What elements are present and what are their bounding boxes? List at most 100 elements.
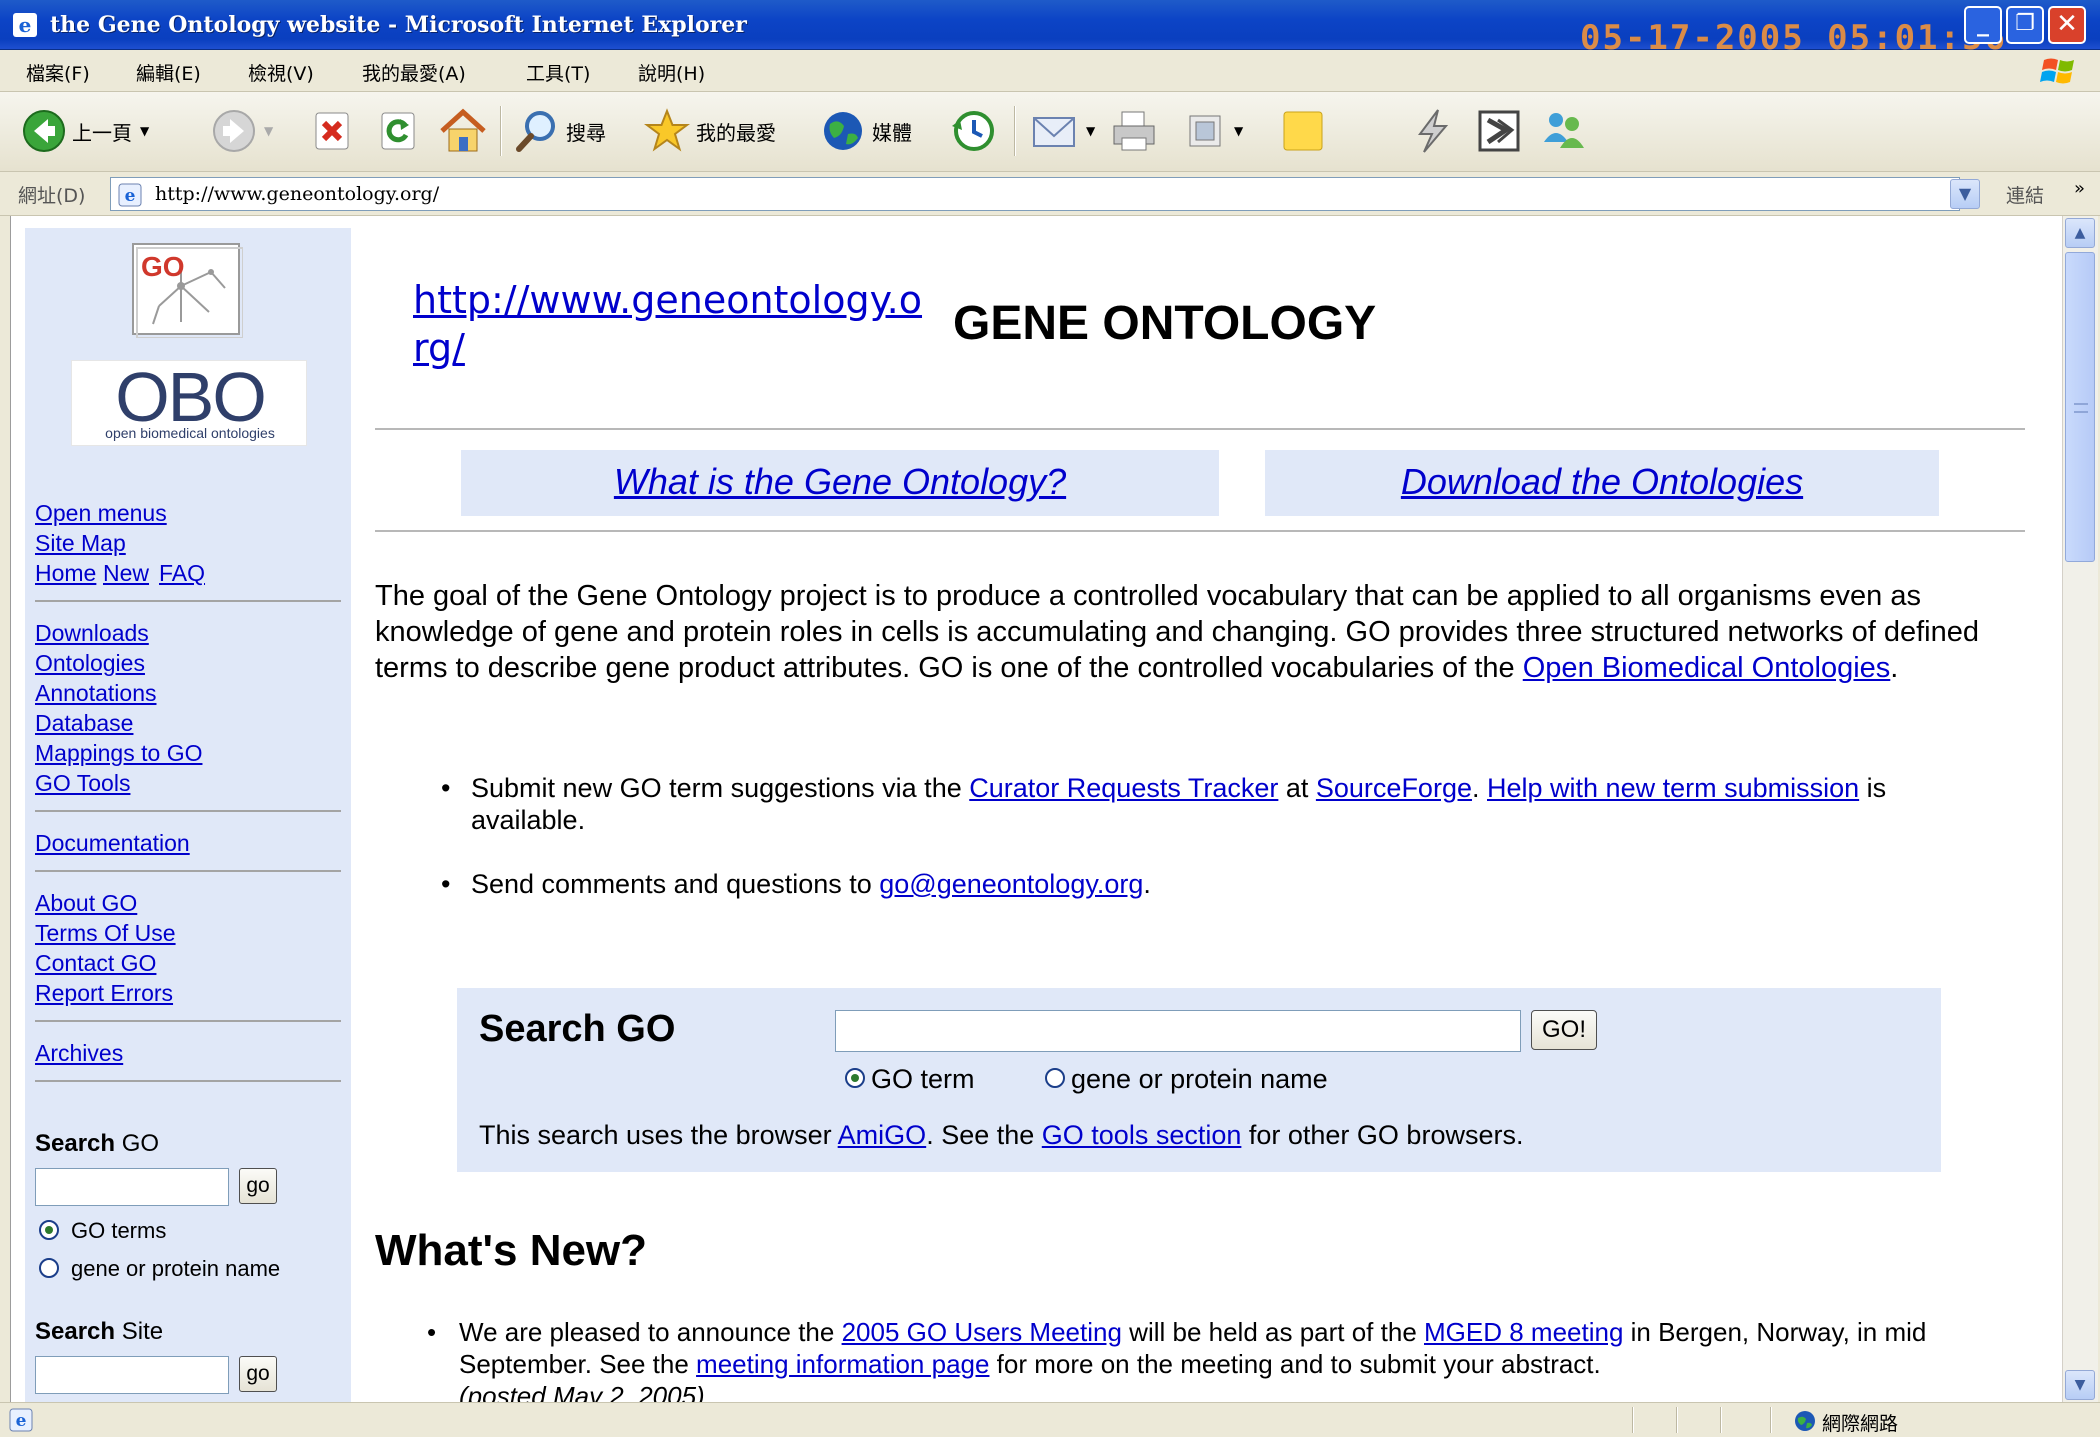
- vertical-scrollbar[interactable]: ▲ ▼: [2062, 216, 2098, 1402]
- sidebar-link-contact-go[interactable]: Contact GO: [35, 950, 156, 977]
- note-text: . See the: [926, 1120, 1042, 1150]
- sidebar-divider: [35, 1020, 341, 1022]
- menu-tools[interactable]: 工具(T): [526, 59, 590, 86]
- sourceforge-link[interactable]: SourceForge: [1316, 773, 1472, 803]
- note-text: for other GO browsers.: [1241, 1120, 1524, 1150]
- nav-download-link[interactable]: Download the Ontologies: [1401, 461, 1803, 502]
- address-dropdown-icon[interactable]: ▼: [1950, 179, 1980, 209]
- sidebar-link-archives[interactable]: Archives: [35, 1040, 123, 1067]
- nav-rule: [375, 530, 2025, 532]
- meeting-info-link[interactable]: meeting information page: [696, 1349, 989, 1379]
- sidebar-search-go-button[interactable]: go: [239, 1168, 277, 1204]
- sidebar-link-downloads[interactable]: Downloads: [35, 620, 149, 647]
- curator-requests-link[interactable]: Curator Requests Tracker: [969, 773, 1278, 803]
- menu-help[interactable]: 說明(H): [638, 59, 705, 86]
- users-meeting-link[interactable]: 2005 GO Users Meeting: [842, 1317, 1122, 1347]
- lightning-button[interactable]: [1408, 104, 1456, 158]
- mged-meeting-link[interactable]: MGED 8 meeting: [1424, 1317, 1623, 1347]
- sidebar-search-site-bold: Search: [35, 1318, 116, 1345]
- sidebar-link-new[interactable]: New: [103, 560, 149, 587]
- mail-dropdown-icon[interactable]: ▼: [1086, 124, 1095, 138]
- sidebar-link-open-menus[interactable]: Open menus: [35, 500, 167, 527]
- menu-edit[interactable]: 編輯(E): [136, 59, 201, 86]
- scroll-up-icon[interactable]: ▲: [2065, 218, 2095, 248]
- search-button[interactable]: 搜尋: [514, 104, 606, 158]
- close-button[interactable]: ✕: [2048, 6, 2086, 44]
- sidebar-link-about-go[interactable]: About GO: [35, 890, 137, 917]
- site-url-link[interactable]: http://www.geneontology.org/: [413, 276, 933, 372]
- obo-logo[interactable]: OBO open biomedical ontologies: [71, 358, 307, 446]
- scroll-down-icon[interactable]: ▼: [2065, 1370, 2095, 1400]
- mail-button[interactable]: ▼: [1030, 104, 1095, 158]
- edit-dropdown-icon[interactable]: ▼: [1234, 124, 1243, 138]
- home-button[interactable]: [438, 104, 488, 158]
- menu-file[interactable]: 檔案(F): [26, 59, 90, 86]
- sidebar-search-site-button[interactable]: go: [239, 1356, 277, 1392]
- sidebar-search-site-rest: Site: [115, 1318, 164, 1345]
- back-button[interactable]: 上一頁 ▼: [22, 104, 149, 158]
- sidebar-link-faq[interactable]: FAQ: [159, 560, 205, 587]
- radio-go-term[interactable]: [845, 1068, 865, 1088]
- back-dropdown-icon[interactable]: ▼: [140, 124, 149, 138]
- sidebar-link-go-tools[interactable]: GO Tools: [35, 770, 130, 797]
- history-button[interactable]: [950, 104, 996, 158]
- edit-button[interactable]: ▼: [1186, 104, 1243, 158]
- sidebar-link-documentation[interactable]: Documentation: [35, 830, 190, 857]
- window-titlebar[interactable]: e the Gene Ontology website - Microsoft …: [0, 0, 2100, 58]
- address-url: http://www.geneontology.org/: [155, 183, 440, 205]
- page-viewport: GO OBO open biomedical ontologies Open m…: [10, 216, 2062, 1402]
- search-go-input[interactable]: [835, 1010, 1521, 1052]
- term-submission-help-link[interactable]: Help with new term submission: [1487, 773, 1859, 803]
- search-go-button[interactable]: GO!: [1531, 1010, 1597, 1050]
- print-button[interactable]: [1110, 104, 1158, 158]
- address-bar: 網址(D) e http://www.geneontology.org/ ▼ 連…: [0, 172, 2100, 216]
- address-label: 網址(D): [18, 185, 86, 207]
- search-icon: [516, 111, 555, 152]
- sidebar-radio-gene-name[interactable]: [39, 1258, 59, 1278]
- sidebar-search-go-input[interactable]: [35, 1168, 229, 1206]
- favorites-button[interactable]: 我的最愛: [644, 104, 776, 158]
- search-go-panel: Search GO GO! GO term gene or protein na…: [457, 988, 1941, 1172]
- page-icon: e: [118, 183, 142, 207]
- favorites-star-icon: [644, 108, 690, 152]
- sidebar-link-terms-of-use[interactable]: Terms Of Use: [35, 920, 176, 947]
- radio-gene-protein[interactable]: [1045, 1068, 1065, 1088]
- sidebar-search-site-input[interactable]: [35, 1356, 229, 1394]
- posted-date: (posted May 2, 2005): [459, 1381, 705, 1402]
- scroll-thumb[interactable]: [2065, 252, 2095, 562]
- stop-button[interactable]: [312, 104, 352, 158]
- restore-button[interactable]: ❐: [2006, 6, 2044, 44]
- research-button[interactable]: [1476, 104, 1522, 158]
- messenger-button[interactable]: [1540, 104, 1588, 158]
- back-arrow-icon: [23, 110, 65, 152]
- sidebar-link-database[interactable]: Database: [35, 710, 133, 737]
- go-logo[interactable]: GO: [131, 242, 243, 338]
- forward-button[interactable]: ▼: [212, 104, 273, 158]
- menu-view[interactable]: 檢視(V): [248, 59, 314, 86]
- address-input[interactable]: e http://www.geneontology.org/: [110, 177, 1960, 211]
- menu-bar: 檔案(F) 編輯(E) 檢視(V) 我的最愛(A) 工具(T) 說明(H): [0, 50, 2100, 92]
- nav-what-is-link[interactable]: What is the Gene Ontology?: [614, 461, 1066, 502]
- menu-favorites[interactable]: 我的最愛(A): [362, 59, 466, 86]
- links-chevron-icon[interactable]: »: [2074, 178, 2085, 199]
- sidebar-link-home[interactable]: Home: [35, 560, 96, 587]
- sidebar-link-ontologies[interactable]: Ontologies: [35, 650, 145, 677]
- notes-button[interactable]: [1280, 104, 1326, 158]
- sidebar-link-report-errors[interactable]: Report Errors: [35, 980, 173, 1007]
- go-tools-section-link[interactable]: GO tools section: [1042, 1120, 1242, 1150]
- forward-dropdown-icon[interactable]: ▼: [264, 124, 273, 138]
- research-icon: [1478, 110, 1520, 152]
- list-item: Send comments and questions to go@geneon…: [441, 868, 1941, 900]
- minimize-button[interactable]: _: [1964, 6, 2002, 44]
- obo-link[interactable]: Open Biomedical Ontologies: [1523, 652, 1891, 684]
- sidebar-radio-go-terms[interactable]: [39, 1220, 59, 1240]
- refresh-button[interactable]: [378, 104, 418, 158]
- sidebar-link-annotations[interactable]: Annotations: [35, 680, 156, 707]
- sidebar-link-site-map[interactable]: Site Map: [35, 530, 126, 557]
- links-label[interactable]: 連結: [2006, 181, 2044, 208]
- amigo-link[interactable]: AmiGO: [838, 1120, 927, 1150]
- media-button[interactable]: 媒體: [820, 104, 912, 158]
- window-title: the Gene Ontology website - Microsoft In…: [50, 12, 747, 38]
- sidebar-link-mappings[interactable]: Mappings to GO: [35, 740, 202, 767]
- contact-email-link[interactable]: go@geneontology.org: [879, 869, 1143, 899]
